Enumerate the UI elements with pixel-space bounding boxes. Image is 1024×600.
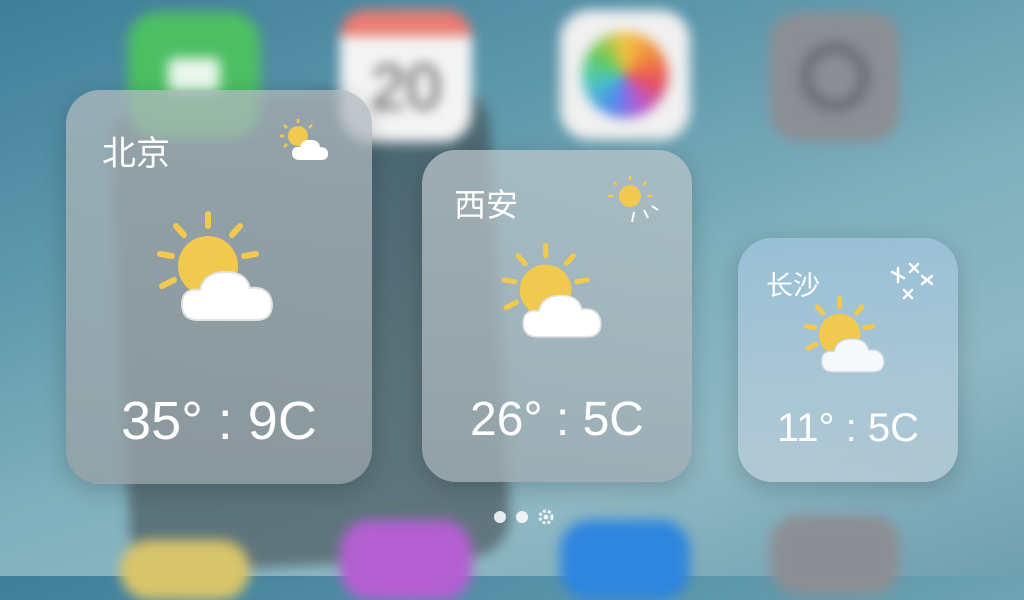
gear-icon [800, 42, 870, 112]
temperature-reading: 11° : 5C [777, 406, 919, 450]
page-dot[interactable] [516, 511, 528, 523]
photos-flower-icon [582, 32, 668, 118]
sun-icon [608, 176, 659, 223]
page-indicator[interactable] [492, 507, 576, 527]
blue-app-icon[interactable] [560, 520, 690, 600]
settings-app-icon[interactable] [770, 12, 900, 142]
purple-app-icon[interactable] [340, 520, 472, 600]
partly-cloudy-icon [803, 296, 885, 373]
weather-widget-changsha[interactable]: 长沙 11° : 5C [738, 238, 958, 482]
gray-app-icon[interactable] [770, 515, 900, 595]
calendar-header [340, 10, 472, 36]
gear-icon[interactable] [536, 507, 556, 527]
partly-cloudy-icon [501, 242, 602, 338]
photos-app-icon[interactable] [560, 10, 690, 140]
city-name: 北京 [102, 134, 170, 174]
yellow-app-icon[interactable] [120, 540, 250, 600]
weather-widget-xian[interactable]: 西安 26° : 5C [422, 150, 692, 482]
temperature-reading: 26° : 5C [470, 393, 644, 446]
city-name: 西安 [454, 186, 519, 224]
weather-widget-beijing[interactable]: 北京 35° : 9C [66, 90, 372, 484]
partly-cloudy-icon [157, 211, 274, 321]
camera-icon [168, 58, 220, 92]
page-dot[interactable] [494, 511, 506, 523]
sun-behind-cloud-icon [280, 119, 328, 160]
temperature-reading: 35° : 9C [121, 391, 317, 451]
